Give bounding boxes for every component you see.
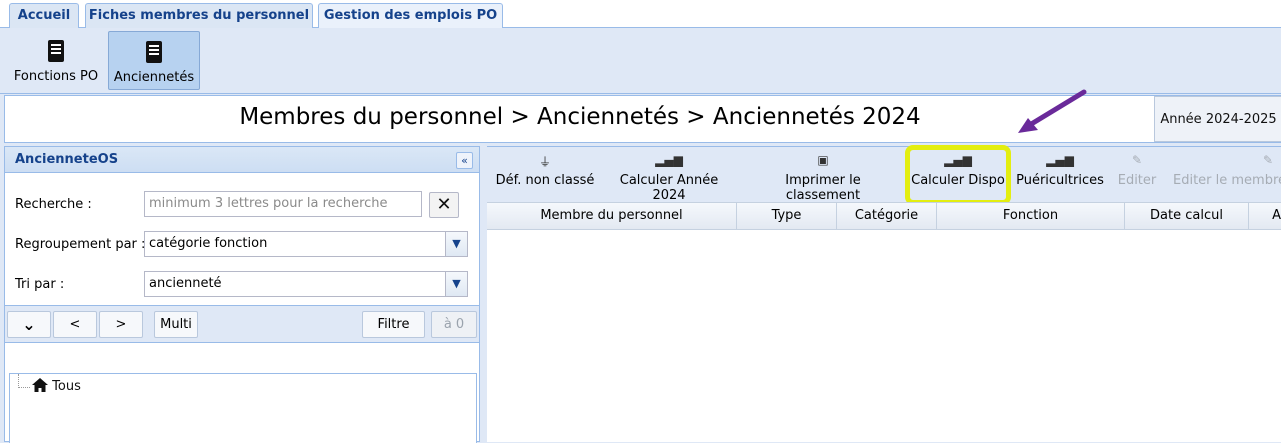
def-non-classe-button[interactable]: ⏚ Déf. non classé [493, 151, 597, 199]
left-panel-title: AncienneteOS [5, 147, 479, 173]
sort-label: Tri par : [15, 277, 65, 292]
highlight-box [905, 145, 1011, 205]
multi-button[interactable]: Multi [154, 311, 198, 338]
tab-gestion-emplois[interactable]: Gestion des emplois PO [318, 3, 503, 29]
action-label: Imprimer le classement [785, 173, 861, 203]
editer-button[interactable]: ✎ Editer [1112, 151, 1162, 199]
chevron-down-icon[interactable]: ▼ [445, 232, 467, 256]
tree-item-tous[interactable]: Tous [32, 378, 81, 396]
anciennetes-button[interactable]: Anciennetés [108, 31, 200, 90]
group-select[interactable]: catégorie fonction ▼ [144, 231, 468, 257]
chart-icon: ▂▄▆ [1046, 153, 1074, 167]
group-label: Regroupement par : [15, 237, 146, 252]
edit-icon: ✎ [1262, 153, 1273, 167]
imprimer-classement-button[interactable]: ▣ Imprimer le classement [747, 151, 899, 203]
tree-item-label: Tous [52, 379, 81, 394]
action-label: Editer le membre [1173, 173, 1281, 188]
puericultrices-button[interactable]: ▂▄▆ Puéricultrices [1015, 151, 1105, 199]
main-toolbar: Fonctions PO Anciennetés [0, 28, 1281, 94]
page-title: Membres du personnel > Anciennetés > Anc… [239, 104, 921, 130]
category-tree: Tous [9, 373, 477, 443]
search-label: Recherche : [15, 197, 92, 212]
sort-select-value: ancienneté [149, 276, 222, 291]
left-panel: AncienneteOS « Recherche : minimum 3 let… [4, 146, 480, 443]
expand-button[interactable]: ⌄ [7, 311, 51, 338]
tab-fiches-membres[interactable]: Fiches membres du personnel [85, 3, 313, 28]
action-label: Editer [1117, 173, 1157, 188]
chevron-down-icon[interactable]: ▼ [445, 272, 467, 296]
prev-button[interactable]: < [53, 311, 97, 338]
tree-connector [18, 374, 30, 388]
sort-select[interactable]: ancienneté ▼ [144, 271, 468, 297]
annotation-arrow-icon [1018, 89, 1087, 133]
grid-body [487, 230, 1281, 442]
chart-icon: ▂▄▆ [655, 153, 683, 167]
chevron-down-icon: ⌄ [22, 315, 36, 334]
year-button[interactable]: Année 2024-2025 [1154, 96, 1281, 142]
tree-toolbar: ⌄ < > Multi Filtre à 0 [5, 305, 479, 343]
next-button[interactable]: > [99, 311, 143, 338]
column-header[interactable]: A [1249, 203, 1281, 229]
close-icon: ✕ [436, 194, 452, 215]
action-label: Déf. non classé [495, 173, 595, 188]
filter-icon: ⏚ [538, 155, 551, 169]
action-label: Calculer Année 2024 [619, 173, 719, 203]
action-toolbar: ⏚ Déf. non classé ▂▄▆ Calculer Année 202… [487, 146, 1281, 203]
clear-search-button[interactable]: ✕ [429, 192, 459, 218]
column-header[interactable]: Catégorie [837, 203, 937, 229]
column-header[interactable]: Membre du personnel [487, 203, 737, 229]
anciennetes-label: Anciennetés [113, 70, 195, 85]
action-label: Puéricultrices [1016, 173, 1104, 188]
column-header[interactable]: Fonction [937, 203, 1125, 229]
filter-button[interactable]: Filtre [362, 311, 425, 338]
print-icon: ▣ [817, 153, 829, 167]
group-select-value: catégorie fonction [149, 236, 268, 251]
edit-icon: ✎ [1131, 153, 1143, 167]
tab-accueil[interactable]: Accueil [9, 3, 79, 28]
search-input[interactable]: minimum 3 lettres pour la recherche [144, 191, 422, 217]
calculer-annee-button[interactable]: ▂▄▆ Calculer Année 2024 [603, 151, 735, 203]
reset-zero-button[interactable]: à 0 [431, 311, 477, 338]
tab-bar: Accueil Fiches membres du personnel Gest… [0, 0, 1281, 29]
fonctions-po-label: Fonctions PO [13, 69, 99, 84]
fonctions-po-button[interactable]: Fonctions PO [8, 31, 104, 90]
editer-membre-button[interactable]: ✎ Editer le membre [1173, 151, 1281, 199]
home-icon [32, 378, 48, 392]
column-header[interactable]: Date calcul [1125, 203, 1249, 229]
grid-header: Membre du personnel Type Catégorie Fonct… [487, 202, 1281, 230]
document-icon [146, 41, 162, 63]
collapse-icon[interactable]: « [456, 152, 473, 169]
column-header[interactable]: Type [737, 203, 837, 229]
document-icon [48, 40, 64, 62]
